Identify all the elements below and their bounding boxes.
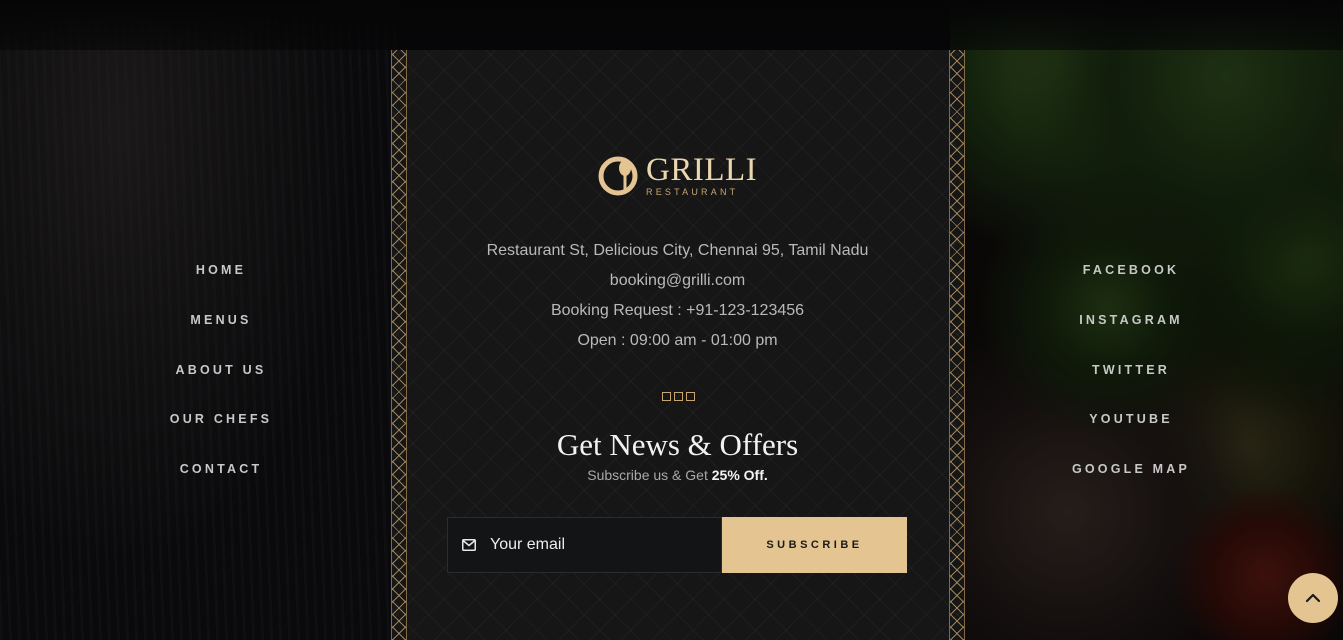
newsletter-title: Get News & Offers [556, 427, 799, 462]
social-link-twitter[interactable]: TWITTER [1021, 362, 1241, 412]
nav-link-home[interactable]: HOME [111, 262, 331, 312]
discount-highlight: 25% Off. [711, 467, 768, 483]
social-link-google-map[interactable]: GOOGLE MAP [1021, 461, 1241, 511]
logo[interactable]: GRILLI RESTAURANT [598, 152, 758, 198]
top-band [0, 0, 1343, 50]
spoon-plate-icon [598, 156, 638, 196]
footer-nav-social: FACEBOOK INSTAGRAM TWITTER YOUTUBE GOOGL… [1021, 262, 1241, 511]
nav-link-our-chefs[interactable]: OUR CHEFS [111, 411, 331, 461]
subscribe-button[interactable]: SUBSCRIBE [722, 517, 907, 573]
nav-link-about-us[interactable]: ABOUT US [111, 362, 331, 412]
opening-hours: Open : 09:00 am - 01:00 pm [577, 332, 778, 349]
booking-phone[interactable]: Booking Request : +91-123-123456 [391, 302, 964, 320]
brand-tagline: RESTAURANT [646, 186, 739, 197]
newsletter-subtitle: Subscribe us & Get 25% Off. [587, 467, 768, 483]
back-to-top-button[interactable] [1288, 573, 1338, 623]
nav-link-menus[interactable]: MENUS [111, 312, 331, 362]
footer-nav-left: HOME MENUS ABOUT US OUR CHEFS CONTACT [111, 262, 331, 511]
email-input[interactable] [488, 535, 712, 555]
chevron-up-icon [1305, 593, 1321, 603]
social-link-instagram[interactable]: INSTAGRAM [1021, 312, 1241, 362]
social-link-facebook[interactable]: FACEBOOK [1021, 262, 1241, 312]
mail-icon [462, 539, 476, 551]
brand-name: GRILLI [646, 151, 758, 188]
social-link-youtube[interactable]: YOUTUBE [1021, 411, 1241, 461]
separator-ornament [662, 392, 695, 401]
nav-link-contact[interactable]: CONTACT [111, 461, 331, 511]
email-link[interactable]: booking@grilli.com [391, 272, 964, 290]
address-text: Restaurant St, Delicious City, Chennai 9… [486, 242, 869, 259]
email-field-wrapper [447, 517, 722, 573]
